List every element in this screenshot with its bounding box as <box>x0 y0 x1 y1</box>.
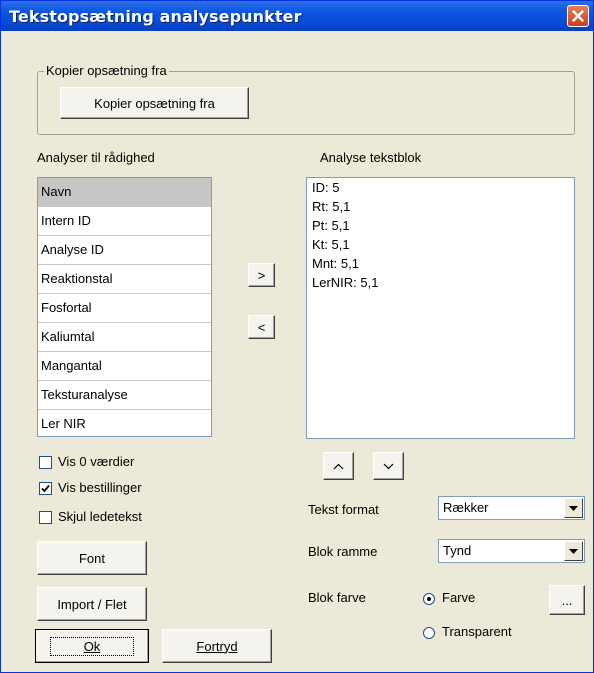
block-frame-value: Tynd <box>443 543 472 558</box>
move-up-button[interactable] <box>323 452 354 480</box>
textblock-area[interactable]: ID: 5 Rt: 5,1 Pt: 5,1 Kt: 5,1 Mnt: 5,1 L… <box>306 177 575 439</box>
ok-label: Ok <box>83 638 101 654</box>
color-radio[interactable] <box>423 593 435 605</box>
textblock-line: Rt: 5,1 <box>312 199 351 214</box>
copy-settings-legend: Kopier opsætning fra <box>44 63 169 78</box>
dialog-window: Tekstopsætning analysepunkter Kopier ops… <box>0 0 594 673</box>
list-item-intern-id[interactable]: Intern ID <box>38 207 211 236</box>
chevron-up-icon <box>333 463 344 469</box>
text-format-select[interactable]: Rækker <box>438 496 585 520</box>
block-frame-select[interactable]: Tynd <box>438 539 585 563</box>
list-item-analyse-id[interactable]: Analyse ID <box>38 236 211 265</box>
close-button[interactable] <box>567 5 589 27</box>
remove-from-block-button[interactable]: < <box>248 315 275 339</box>
dropdown-arrow-button[interactable] <box>564 541 583 561</box>
chevron-down-icon <box>569 548 578 554</box>
color-picker-button[interactable]: ... <box>549 585 585 615</box>
list-item-reaktionstal[interactable]: Reaktionstal <box>38 265 211 294</box>
transparent-radio-label: Transparent <box>442 624 512 639</box>
transparent-radio[interactable] <box>423 627 435 639</box>
chevron-down-icon <box>383 463 394 469</box>
show-zero-label: Vis 0 værdier <box>58 454 135 469</box>
show-zero-checkbox[interactable] <box>39 456 52 469</box>
move-down-button[interactable] <box>373 452 404 480</box>
show-orders-checkbox[interactable] <box>39 482 52 495</box>
available-analyses-list[interactable]: Navn Intern ID Analyse ID Reaktionstal F… <box>37 177 212 437</box>
list-item-fosfortal[interactable]: Fosfortal <box>38 294 211 323</box>
list-item-ler-nir[interactable]: Ler NIR <box>38 410 211 436</box>
list-item-mangantal[interactable]: Mangantal <box>38 352 211 381</box>
textblock-line: ID: 5 <box>312 180 340 195</box>
textblock-line: Kt: 5,1 <box>312 237 350 252</box>
text-format-label: Tekst format <box>308 502 379 517</box>
textblock-line: Pt: 5,1 <box>312 218 350 233</box>
add-to-block-button[interactable]: > <box>248 263 275 287</box>
list-item-kaliumtal[interactable]: Kaliumtal <box>38 323 211 352</box>
list-item-teksturanalyse[interactable]: Teksturanalyse <box>38 381 211 410</box>
close-icon <box>572 10 584 22</box>
ok-focus-frame: Ok <box>49 636 135 656</box>
text-format-value: Rækker <box>443 500 489 515</box>
ok-button[interactable]: Ok <box>35 629 149 663</box>
cancel-button[interactable]: Fortryd <box>162 629 272 663</box>
window-title: Tekstopsætning analysepunkter <box>9 7 302 26</box>
textblock-line: Mnt: 5,1 <box>312 256 359 271</box>
hide-lead-label: Skjul ledetekst <box>58 509 142 524</box>
block-color-label: Blok farve <box>308 590 366 605</box>
show-orders-label: Vis bestillinger <box>58 480 142 495</box>
block-frame-label: Blok ramme <box>308 544 378 559</box>
textblock-line: LerNIR: 5,1 <box>312 275 379 290</box>
cancel-label: Fortryd <box>196 638 238 654</box>
list-item-navn[interactable]: Navn <box>38 178 211 207</box>
radio-selected-dot <box>427 597 431 601</box>
font-button[interactable]: Font <box>37 541 147 575</box>
textblock-label: Analyse tekstblok <box>320 150 422 165</box>
checkmark-icon <box>41 484 50 493</box>
import-merge-button[interactable]: Import / Flet <box>37 587 147 621</box>
color-radio-label: Farve <box>442 590 476 605</box>
dropdown-arrow-button[interactable] <box>564 498 583 518</box>
hide-lead-checkbox[interactable] <box>39 511 52 524</box>
copy-settings-button[interactable]: Kopier opsætning fra <box>60 87 249 119</box>
available-analyses-label: Analyser til rådighed <box>37 150 155 165</box>
title-bar[interactable]: Tekstopsætning analysepunkter <box>1 1 593 31</box>
chevron-down-icon <box>569 505 578 511</box>
